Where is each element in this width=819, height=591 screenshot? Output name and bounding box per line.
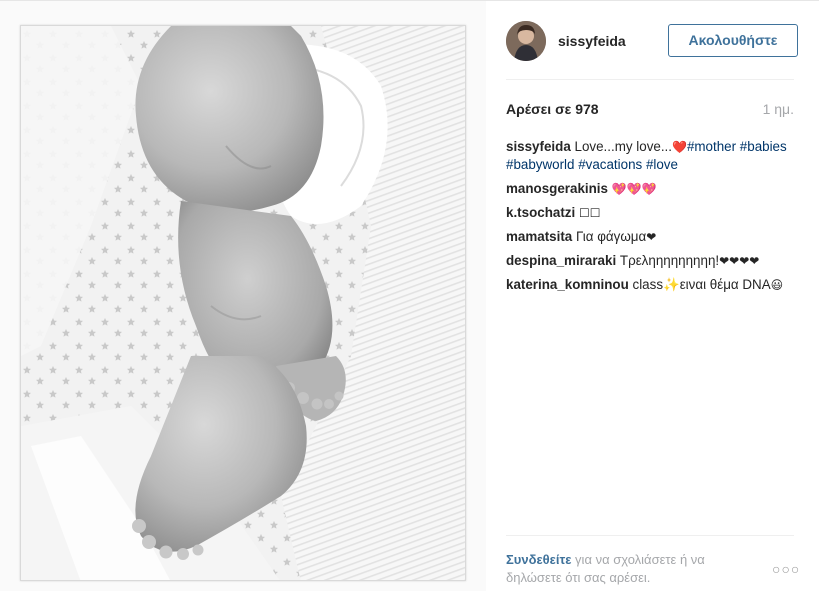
comment-item: katerina_komninou class✨ειναι θέμα DNA😃 bbox=[506, 276, 798, 294]
comment-item: mamatsita Για φάγωμα❤ bbox=[506, 228, 798, 246]
comment-user[interactable]: manosgerakinis bbox=[506, 181, 608, 196]
comment-user[interactable]: mamatsita bbox=[506, 229, 572, 244]
comment-emoji: 💖💖💖 bbox=[611, 182, 657, 196]
comment-item: k.tsochatzi ☐☐ bbox=[506, 204, 798, 222]
login-link[interactable]: Συνδεθείτε bbox=[506, 552, 571, 567]
login-prompt: Συνδεθείτε για να σχολιάσετε ή να δηλώσε… bbox=[506, 551, 746, 587]
comment-emoji: ❤ bbox=[646, 230, 657, 244]
comment-user[interactable]: k.tsochatzi bbox=[506, 205, 575, 220]
follow-button-label: Ακολουθήστε bbox=[688, 32, 778, 48]
post-header: sissyfeida Ακολουθήστε bbox=[506, 19, 798, 63]
avatar-icon bbox=[506, 21, 546, 61]
likes-count[interactable]: Αρέσει σε 978 bbox=[506, 101, 599, 117]
follow-button[interactable]: Ακολουθήστε bbox=[668, 24, 798, 57]
comment-item: despina_miraraki Τρεληηηηηηηηη!❤❤❤❤ bbox=[506, 252, 798, 270]
divider bbox=[506, 535, 794, 536]
photo-container bbox=[0, 1, 486, 591]
comment-item: sissyfeida Love...my love...❤️#mother #b… bbox=[506, 138, 798, 174]
divider bbox=[506, 79, 794, 80]
comment-emoji: ❤❤❤❤ bbox=[719, 254, 760, 268]
comment-emoji: ❤️ bbox=[672, 140, 687, 154]
comment-emoji: 😃 bbox=[770, 278, 784, 292]
post-time[interactable]: 1 ημ. bbox=[763, 101, 794, 117]
username[interactable]: sissyfeida bbox=[558, 33, 626, 49]
comments-list: sissyfeida Love...my love...❤️#mother #b… bbox=[506, 138, 798, 300]
baby-feet-image bbox=[21, 26, 465, 580]
more-options-icon[interactable]: ○○○ bbox=[772, 561, 800, 577]
comment-text: class✨ειναι θέμα DNA bbox=[632, 277, 771, 292]
comment-text: Για φάγωμα bbox=[575, 229, 647, 244]
comment-emoji: ☐☐ bbox=[578, 206, 601, 220]
post-photo[interactable] bbox=[20, 25, 466, 581]
comment-user[interactable]: katerina_komninou bbox=[506, 277, 629, 292]
likes-row: Αρέσει σε 978 1 ημ. bbox=[506, 101, 794, 121]
comment-user[interactable]: sissyfeida bbox=[506, 139, 571, 154]
comment-user[interactable]: despina_miraraki bbox=[506, 253, 616, 268]
post-modal: sissyfeida Ακολουθήστε Αρέσει σε 978 1 η… bbox=[0, 0, 819, 591]
comment-text: Love...my love... bbox=[574, 139, 673, 154]
comment-item: manosgerakinis 💖💖💖 bbox=[506, 180, 798, 198]
comment-text: Τρεληηηηηηηηη! bbox=[619, 253, 720, 268]
post-side-panel: sissyfeida Ακολουθήστε Αρέσει σε 978 1 η… bbox=[486, 1, 819, 591]
user-avatar[interactable] bbox=[506, 21, 546, 61]
